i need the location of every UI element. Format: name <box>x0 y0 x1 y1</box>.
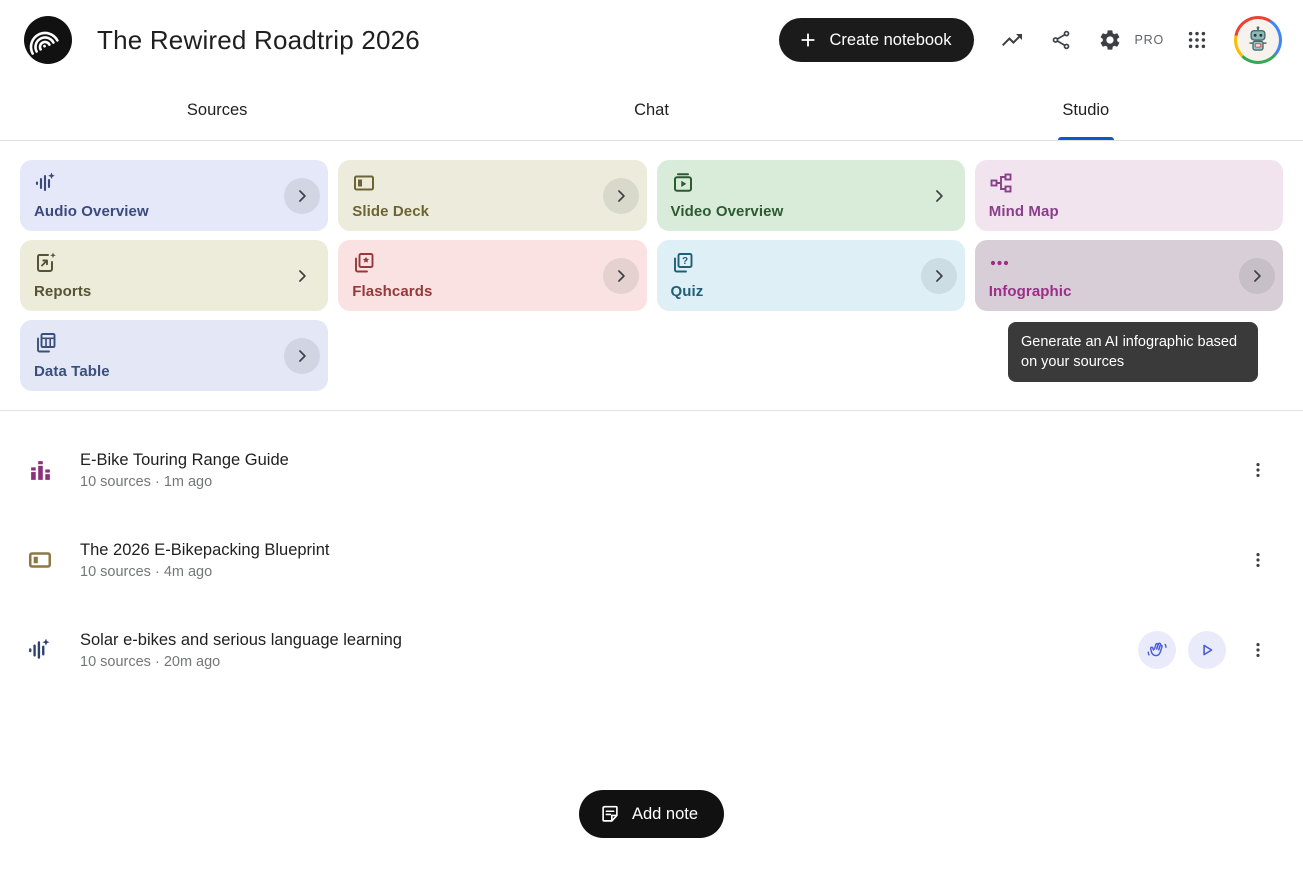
add-note-button[interactable]: Add note <box>579 790 724 838</box>
loading-dots-icon <box>989 251 1013 275</box>
artifact-meta: 10 sources · 20m ago <box>80 654 1138 670</box>
tab-sources-label: Sources <box>187 101 248 120</box>
artifact-title: The 2026 E-Bikepacking Blueprint <box>80 541 1238 560</box>
notebook-title[interactable]: The Rewired Roadtrip 2026 <box>97 25 420 56</box>
artifact-row-slide-deck[interactable]: The 2026 E-Bikepacking Blueprint 10 sour… <box>0 515 1303 605</box>
share-button[interactable] <box>1041 20 1081 60</box>
account-avatar[interactable] <box>1234 16 1282 64</box>
artifact-menu-button[interactable] <box>1238 450 1278 490</box>
chevron-right-icon[interactable] <box>284 258 320 294</box>
chevron-right-icon[interactable] <box>284 338 320 374</box>
studio-card-flashcards[interactable]: Flashcards <box>338 240 646 311</box>
gear-icon <box>1098 28 1122 52</box>
plus-icon <box>797 29 819 51</box>
data-table-icon <box>34 331 58 355</box>
infographic-bars-icon <box>27 458 53 483</box>
chevron-right-icon[interactable] <box>284 178 320 214</box>
more-vert-icon <box>1248 550 1268 570</box>
interactive-hand-icon <box>1147 640 1167 660</box>
card-label: Mind Map <box>989 203 1275 220</box>
card-label: Reports <box>34 283 284 300</box>
header-icons: PRO <box>992 16 1283 64</box>
audio-waveform-sparkle-icon <box>34 171 58 195</box>
create-notebook-label: Create notebook <box>829 31 951 50</box>
artifact-title: E-Bike Touring Range Guide <box>80 451 1238 470</box>
studio-card-slide-deck[interactable]: Slide Deck <box>338 160 646 231</box>
studio-card-data-table[interactable]: Data Table <box>20 320 328 391</box>
active-tab-underline <box>1058 137 1114 140</box>
artifact-meta: 10 sources · 4m ago <box>80 564 1238 580</box>
artifact-title: Solar e-bikes and serious language learn… <box>80 631 1138 650</box>
card-label: Slide Deck <box>352 203 602 220</box>
pro-badge: PRO <box>1135 33 1165 47</box>
card-label: Audio Overview <box>34 203 284 220</box>
card-label: Video Overview <box>671 203 921 220</box>
notebooklm-logo[interactable] <box>24 16 72 64</box>
add-note-label: Add note <box>632 805 698 824</box>
create-notebook-button[interactable]: Create notebook <box>779 18 973 62</box>
play-audio-button[interactable] <box>1188 631 1226 669</box>
flashcards-icon <box>352 251 376 275</box>
chevron-right-icon[interactable] <box>603 258 639 294</box>
svg-text:?: ? <box>681 256 687 267</box>
avatar-robot-image <box>1237 19 1279 61</box>
more-vert-icon <box>1248 460 1268 480</box>
tab-studio[interactable]: Studio <box>869 80 1303 140</box>
artifact-menu-button[interactable] <box>1238 540 1278 580</box>
audio-waveform-artifact-icon <box>27 637 53 663</box>
mind-map-icon <box>989 171 1013 195</box>
chevron-right-icon[interactable] <box>921 258 957 294</box>
card-label: Data Table <box>34 363 284 380</box>
panel-tabbar: Sources Chat Studio <box>0 80 1303 141</box>
card-label: Quiz <box>671 283 921 300</box>
card-label: Infographic <box>989 283 1239 300</box>
trending-up-icon <box>1000 28 1024 52</box>
card-label: Flashcards <box>352 283 602 300</box>
studio-card-audio-overview[interactable]: Audio Overview <box>20 160 328 231</box>
tab-studio-label: Studio <box>1062 101 1109 120</box>
logo-wave-icon <box>24 16 72 64</box>
note-icon <box>599 803 621 825</box>
artifact-meta: 10 sources · 1m ago <box>80 474 1238 490</box>
google-apps-button[interactable] <box>1177 20 1217 60</box>
analytics-button[interactable] <box>992 20 1032 60</box>
chevron-right-icon[interactable] <box>1239 258 1275 294</box>
interactive-mode-button[interactable] <box>1138 631 1176 669</box>
apps-grid-icon <box>1186 29 1208 51</box>
studio-artifact-list: E-Bike Touring Range Guide 10 sources · … <box>0 411 1303 695</box>
studio-card-video-overview[interactable]: Video Overview <box>657 160 965 231</box>
share-icon <box>1050 29 1072 51</box>
more-vert-icon <box>1248 640 1268 660</box>
tab-chat[interactable]: Chat <box>434 80 868 140</box>
studio-card-infographic[interactable]: Infographic <box>975 240 1283 311</box>
artifact-row-infographic[interactable]: E-Bike Touring Range Guide 10 sources · … <box>0 425 1303 515</box>
slide-deck-artifact-icon <box>27 547 53 573</box>
chevron-right-icon[interactable] <box>603 178 639 214</box>
quiz-icon: ? <box>671 251 695 275</box>
play-icon <box>1197 640 1217 660</box>
studio-card-mind-map[interactable]: Mind Map <box>975 160 1283 231</box>
studio-card-quiz[interactable]: ? Quiz <box>657 240 965 311</box>
artifact-row-audio-overview[interactable]: Solar e-bikes and serious language learn… <box>0 605 1303 695</box>
tab-sources[interactable]: Sources <box>0 80 434 140</box>
artifact-menu-button[interactable] <box>1238 630 1278 670</box>
chevron-right-icon[interactable] <box>921 178 957 214</box>
reports-icon <box>34 251 58 275</box>
slide-deck-icon <box>352 171 376 195</box>
studio-footer: Add note <box>0 790 1303 838</box>
app-header: The Rewired Roadtrip 2026 Create noteboo… <box>0 0 1303 80</box>
settings-button[interactable] <box>1090 20 1130 60</box>
tab-chat-label: Chat <box>634 101 669 120</box>
studio-card-reports[interactable]: Reports <box>20 240 328 311</box>
notebooklm-app: The Rewired Roadtrip 2026 Create noteboo… <box>0 0 1303 887</box>
infographic-tooltip: Generate an AI infographic based on your… <box>1008 322 1258 382</box>
video-overview-icon <box>671 171 695 195</box>
